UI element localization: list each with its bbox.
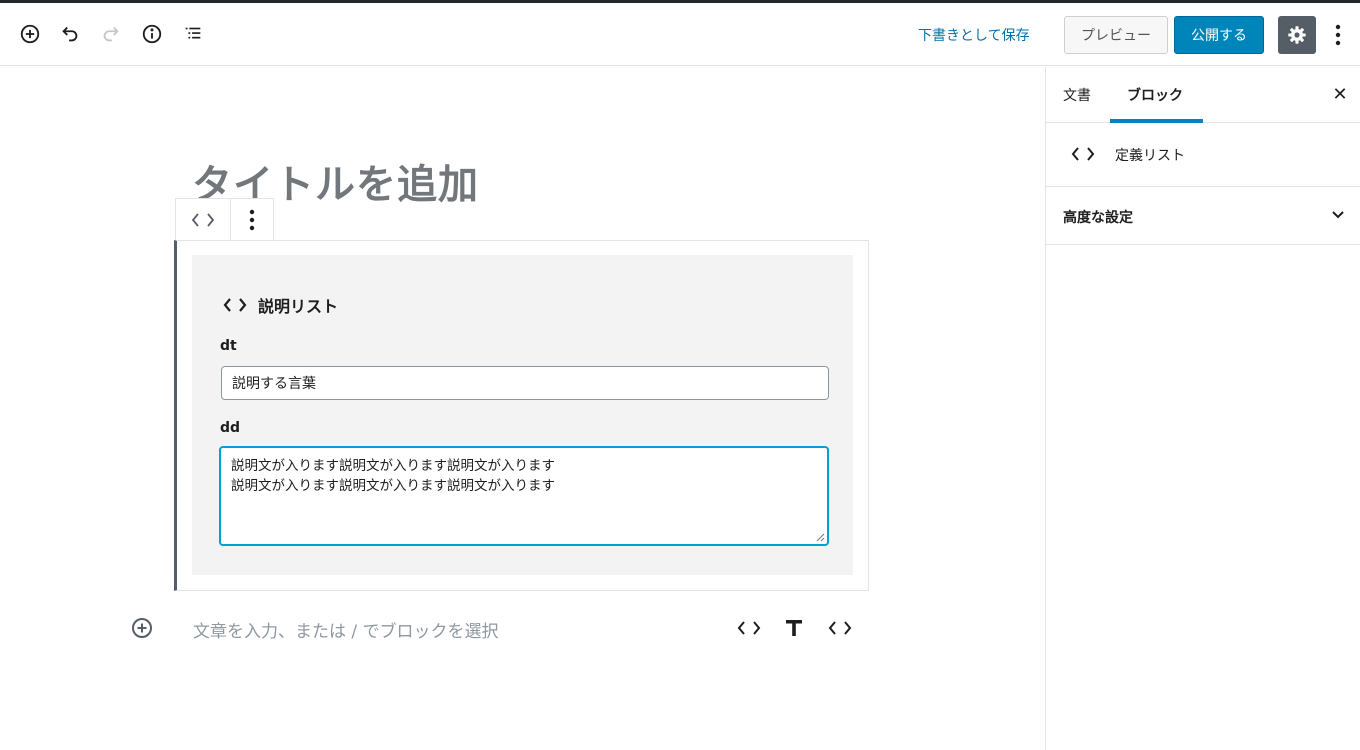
more-vertical-icon (250, 209, 255, 231)
editor-header: 下書きとして保存 プレビュー 公開する (0, 3, 1360, 66)
code-brackets-icon (192, 213, 215, 227)
gear-icon (1288, 26, 1306, 44)
dd-line: 説明文が入ります説明文が入ります説明文が入ります (231, 458, 555, 474)
tab-block[interactable]: ブロック (1127, 85, 1183, 105)
settings-button[interactable] (1278, 16, 1316, 54)
close-icon[interactable]: ✕ (1330, 84, 1350, 105)
default-block-appender: 文章を入力、または / でブロックを選択 (0, 607, 1045, 649)
block-more-options[interactable] (231, 199, 273, 241)
block-heading: 説明リスト (222, 293, 338, 317)
list-outline-icon[interactable] (179, 20, 207, 48)
more-vertical-icon[interactable] (1326, 20, 1350, 50)
info-icon[interactable] (138, 20, 166, 48)
redo-icon[interactable] (97, 20, 125, 48)
block-card: 定義リスト (1046, 123, 1360, 187)
save-draft-link[interactable]: 下書きとして保存 (918, 25, 1030, 45)
undo-icon[interactable] (56, 20, 84, 48)
insert-heading-button[interactable] (781, 615, 807, 641)
plus-circle-icon[interactable] (130, 616, 154, 640)
insert-code-brackets-button[interactable] (827, 615, 853, 641)
dt-label: dt (220, 338, 237, 354)
dd-textarea[interactable]: 説明文が入ります説明文が入ります説明文が入ります 説明文が入ります説明文が入りま… (219, 446, 829, 546)
sidebar-tabs: 文書 ブロック ✕ (1046, 67, 1360, 123)
block-type-switcher[interactable] (176, 199, 232, 241)
dd-line: 説明文が入ります説明文が入ります説明文が入ります (231, 478, 555, 494)
settings-sidebar: 文書 ブロック ✕ 定義リスト 高度な設定 (1045, 67, 1360, 750)
code-brackets-icon (737, 621, 761, 635)
tab-document[interactable]: 文書 (1063, 85, 1091, 105)
block-heading-label: 説明リスト (258, 297, 339, 316)
code-brackets-icon (828, 621, 852, 635)
appender-placeholder[interactable]: 文章を入力、または / でブロックを選択 (193, 617, 499, 642)
plus-circle-icon[interactable] (16, 20, 44, 48)
advanced-settings-panel[interactable]: 高度な設定 (1046, 187, 1360, 245)
chevron-down-icon (1332, 211, 1344, 219)
code-brackets-icon (223, 298, 247, 312)
text-t-icon (786, 620, 802, 636)
panel-title: 高度な設定 (1063, 210, 1133, 226)
resize-handle-icon[interactable] (816, 533, 825, 542)
insert-code-brackets-button[interactable] (736, 615, 762, 641)
block-card-title: 定義リスト (1115, 148, 1185, 164)
publish-button[interactable]: 公開する (1174, 16, 1264, 54)
code-brackets-icon (1071, 147, 1095, 161)
dt-input[interactable]: 説明する言葉 (221, 366, 829, 400)
preview-button[interactable]: プレビュー (1064, 16, 1168, 54)
dd-label: dd (220, 420, 241, 436)
block-toolbar (175, 198, 274, 241)
